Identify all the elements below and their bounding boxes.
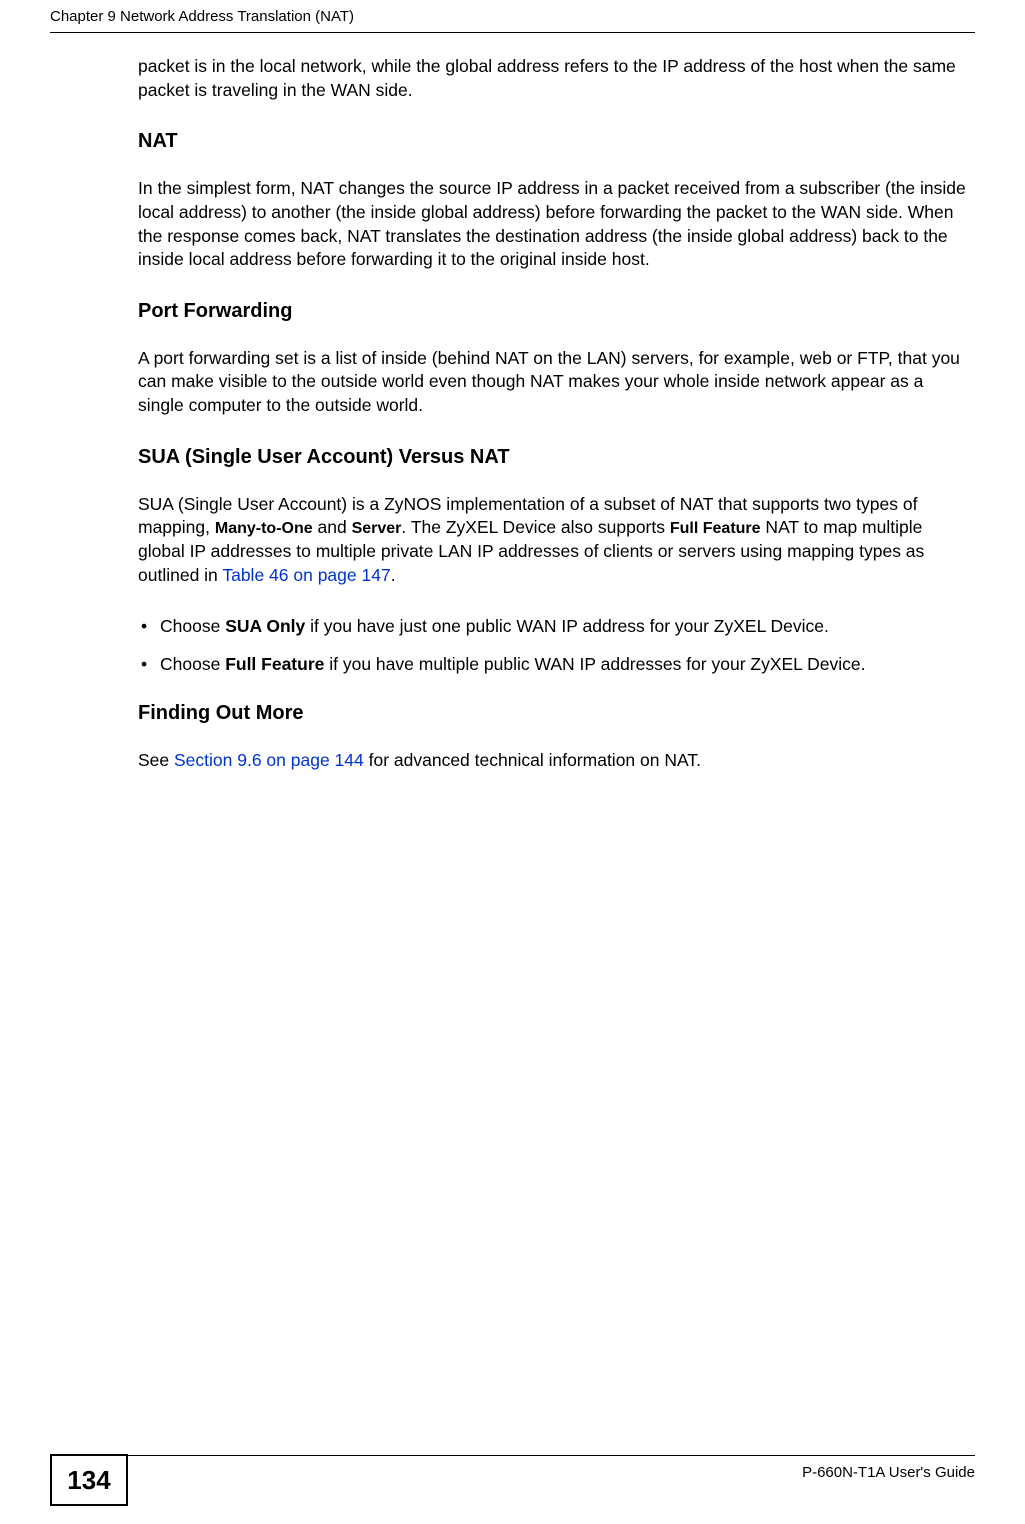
sua-bold-many-to-one: Many-to-One [215, 520, 313, 537]
sua-text-tail: . [391, 565, 396, 585]
paragraph-finding-out-more: See Section 9.6 on page 144 for advanced… [138, 749, 970, 773]
heading-sua: SUA (Single User Account) Versus NAT [138, 446, 970, 469]
bullet-bold-full-feature: Full Feature [225, 654, 324, 674]
bullet-text-pre: Choose [160, 654, 225, 674]
document-page: Chapter 9 Network Address Translation (N… [0, 0, 1025, 1524]
sua-text-mid2: . The ZyXEL Device also supports [401, 517, 669, 537]
chapter-title: Chapter 9 Network Address Translation (N… [50, 8, 354, 25]
bullet-text-post: if you have multiple public WAN IP addre… [324, 654, 865, 674]
fom-text-post: for advanced technical information on NA… [364, 750, 701, 770]
list-item: Choose SUA Only if you have just one pub… [138, 615, 970, 639]
paragraph-port-forwarding: A port forwarding set is a list of insid… [138, 347, 970, 418]
sua-bold-full-feature: Full Feature [670, 520, 761, 537]
sua-bold-server: Server [352, 520, 402, 537]
heading-finding-out-more: Finding Out More [138, 702, 970, 725]
page-footer: 134 P-660N-T1A User's Guide [50, 1455, 975, 1504]
bullet-bold-sua-only: SUA Only [225, 616, 305, 636]
sua-bullet-list: Choose SUA Only if you have just one pub… [138, 615, 970, 676]
page-number: 134 [50, 1454, 128, 1506]
bullet-text-pre: Choose [160, 616, 225, 636]
heading-nat: NAT [138, 130, 970, 153]
sua-text-mid1: and [313, 517, 352, 537]
guide-label: P-660N-T1A User's Guide [802, 1464, 975, 1481]
heading-port-forwarding: Port Forwarding [138, 300, 970, 323]
paragraph-nat: In the simplest form, NAT changes the so… [138, 177, 970, 272]
link-table-46[interactable]: Table 46 on page 147 [222, 565, 390, 585]
page-header: Chapter 9 Network Address Translation (N… [50, 8, 975, 33]
fom-text-pre: See [138, 750, 174, 770]
paragraph-sua: SUA (Single User Account) is a ZyNOS imp… [138, 493, 970, 588]
bullet-text-post: if you have just one public WAN IP addre… [305, 616, 829, 636]
list-item: Choose Full Feature if you have multiple… [138, 653, 970, 677]
page-content: packet is in the local network, while th… [138, 55, 970, 801]
link-section-9-6[interactable]: Section 9.6 on page 144 [174, 750, 364, 770]
intro-paragraph: packet is in the local network, while th… [138, 55, 970, 102]
